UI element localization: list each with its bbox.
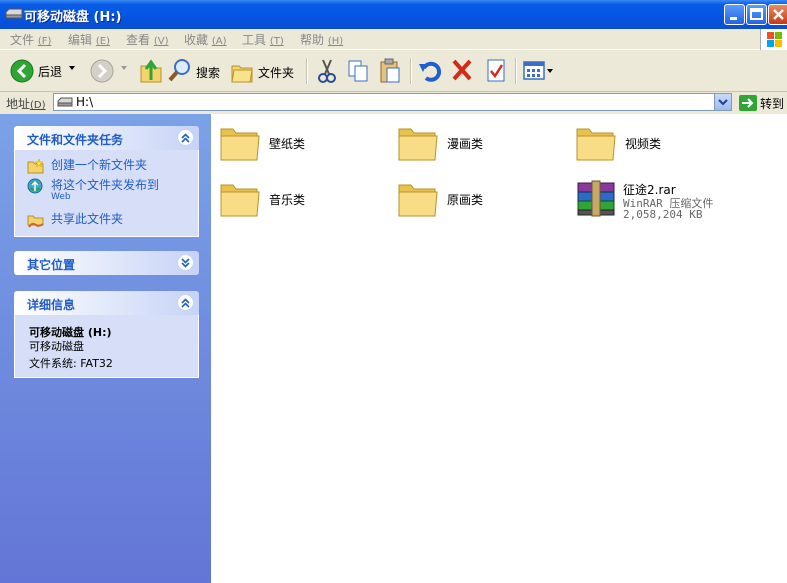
folder-name: 壁纸类 — [269, 137, 306, 151]
other-places-header[interactable]: 其它位置 — [14, 251, 199, 275]
go-label: 转到 — [760, 97, 785, 111]
cut-icon[interactable] — [315, 56, 339, 86]
task-publish-web-sub: Web — [51, 192, 71, 202]
file-list: 壁纸类 漫画类 视频类 音乐类 原画类 征途2.rar WinRAR 压缩文件 … — [211, 114, 787, 583]
folder-item[interactable]: 视频类 — [575, 123, 735, 167]
toolbar-separator — [515, 58, 517, 84]
folder-item[interactable]: 壁纸类 — [219, 123, 379, 167]
share-folder-icon — [27, 215, 44, 228]
title-bar: 可移动磁盘 (H:) — [0, 0, 787, 29]
up-folder-icon[interactable] — [139, 56, 163, 86]
new-folder-icon — [27, 158, 44, 174]
folders-label[interactable]: 文件夹 — [258, 64, 294, 81]
minimize-button[interactable] — [724, 4, 745, 25]
file-tasks-panel: 文件和文件夹任务 创建一个新文件夹 将这个文件夹发布到 Web 共享此文件夹 — [14, 126, 199, 237]
details-filesystem: 文件系统: FAT32 — [29, 357, 113, 370]
details-panel: 详细信息 可移动磁盘 (H:) 可移动磁盘 文件系统: FAT32 — [14, 291, 199, 378]
views-icon[interactable] — [522, 56, 554, 86]
folder-item[interactable]: 漫画类 — [397, 123, 557, 167]
folder-icon — [576, 128, 616, 161]
forward-arrow-icon[interactable] — [90, 56, 114, 86]
go-arrow-icon — [739, 95, 757, 111]
windows-logo-icon — [760, 29, 787, 50]
paste-icon[interactable] — [378, 56, 402, 86]
archive-size: 2,058,204 KB — [623, 208, 703, 221]
address-dropdown-button[interactable] — [714, 94, 731, 110]
winrar-archive-icon — [577, 180, 615, 217]
folder-name: 视频类 — [625, 137, 662, 151]
back-arrow-icon[interactable] — [10, 56, 34, 86]
other-places-title: 其它位置 — [27, 258, 76, 272]
folder-icon — [220, 128, 260, 161]
toolbar: 后退 搜索 文件夹 — [0, 50, 787, 92]
file-tasks-header[interactable]: 文件和文件夹任务 — [14, 126, 199, 150]
chevron-down-icon — [718, 99, 728, 106]
close-icon — [773, 9, 784, 20]
close-button[interactable] — [768, 4, 787, 25]
other-places-panel: 其它位置 — [14, 251, 199, 275]
address-bar: 地址(D) H:\ 转到 — [0, 92, 787, 115]
search-icon[interactable] — [167, 56, 193, 86]
minimize-icon — [730, 17, 737, 20]
copy-icon[interactable] — [346, 56, 370, 86]
drive-icon — [5, 8, 23, 19]
drive-icon — [57, 97, 73, 107]
toolbar-separator — [306, 58, 308, 84]
undo-icon[interactable] — [418, 56, 442, 86]
toolbar-separator — [410, 58, 412, 84]
folder-name: 原画类 — [447, 193, 484, 207]
collapse-icon[interactable] — [177, 294, 194, 311]
search-label[interactable]: 搜索 — [196, 64, 220, 81]
file-tasks-title: 文件和文件夹任务 — [27, 133, 124, 147]
menu-edit[interactable]: 编辑 (E) — [68, 31, 110, 48]
details-type: 可移动磁盘 — [29, 340, 84, 353]
folders-icon[interactable] — [230, 56, 254, 86]
folder-item[interactable]: 原画类 — [397, 179, 557, 223]
details-header[interactable]: 详细信息 — [14, 291, 199, 315]
address-value: H:\ — [76, 95, 94, 109]
archive-item[interactable]: 征途2.rar WinRAR 压缩文件 2,058,204 KB — [575, 179, 775, 223]
collapse-icon[interactable] — [177, 129, 194, 146]
task-share-folder-label: 共享此文件夹 — [51, 212, 124, 226]
folder-icon — [220, 184, 260, 217]
publish-web-icon — [27, 178, 43, 194]
maximize-icon — [750, 8, 763, 20]
task-pane: 文件和文件夹任务 创建一个新文件夹 将这个文件夹发布到 Web 共享此文件夹 其… — [0, 114, 211, 583]
properties-icon[interactable] — [484, 56, 508, 86]
folder-icon — [398, 128, 438, 161]
maximize-button[interactable] — [746, 4, 767, 25]
address-label: 地址(D) — [6, 97, 46, 111]
back-label[interactable]: 后退 — [38, 63, 62, 80]
folder-name: 音乐类 — [269, 193, 306, 207]
expand-icon[interactable] — [177, 254, 194, 271]
delete-icon[interactable] — [450, 56, 474, 86]
details-title: 详细信息 — [27, 298, 76, 312]
folder-item[interactable]: 音乐类 — [219, 179, 379, 223]
task-new-folder-label: 创建一个新文件夹 — [51, 158, 148, 172]
folder-name: 漫画类 — [447, 137, 484, 151]
task-publish-web-label: 将这个文件夹发布到 — [51, 178, 160, 192]
folder-icon — [398, 184, 438, 217]
details-body: 可移动磁盘 (H:) 可移动磁盘 文件系统: FAT32 — [14, 315, 199, 378]
file-tasks-body: 创建一个新文件夹 将这个文件夹发布到 Web 共享此文件夹 — [14, 150, 199, 237]
go-button[interactable]: 转到 — [737, 94, 787, 112]
menu-tools[interactable]: 工具 (T) — [242, 31, 284, 48]
menu-help[interactable]: 帮助 (H) — [300, 31, 343, 48]
menu-favorites[interactable]: 收藏 (A) — [184, 31, 227, 48]
menu-bar: 文件 (F) 编辑 (E) 查看 (V) 收藏 (A) 工具 (T) 帮助 (H… — [0, 29, 787, 50]
window-title: 可移动磁盘 (H:) — [24, 10, 122, 25]
address-input[interactable]: H:\ — [53, 93, 732, 111]
menu-file[interactable]: 文件 (F) — [10, 31, 51, 48]
menu-view[interactable]: 查看 (V) — [126, 31, 169, 48]
